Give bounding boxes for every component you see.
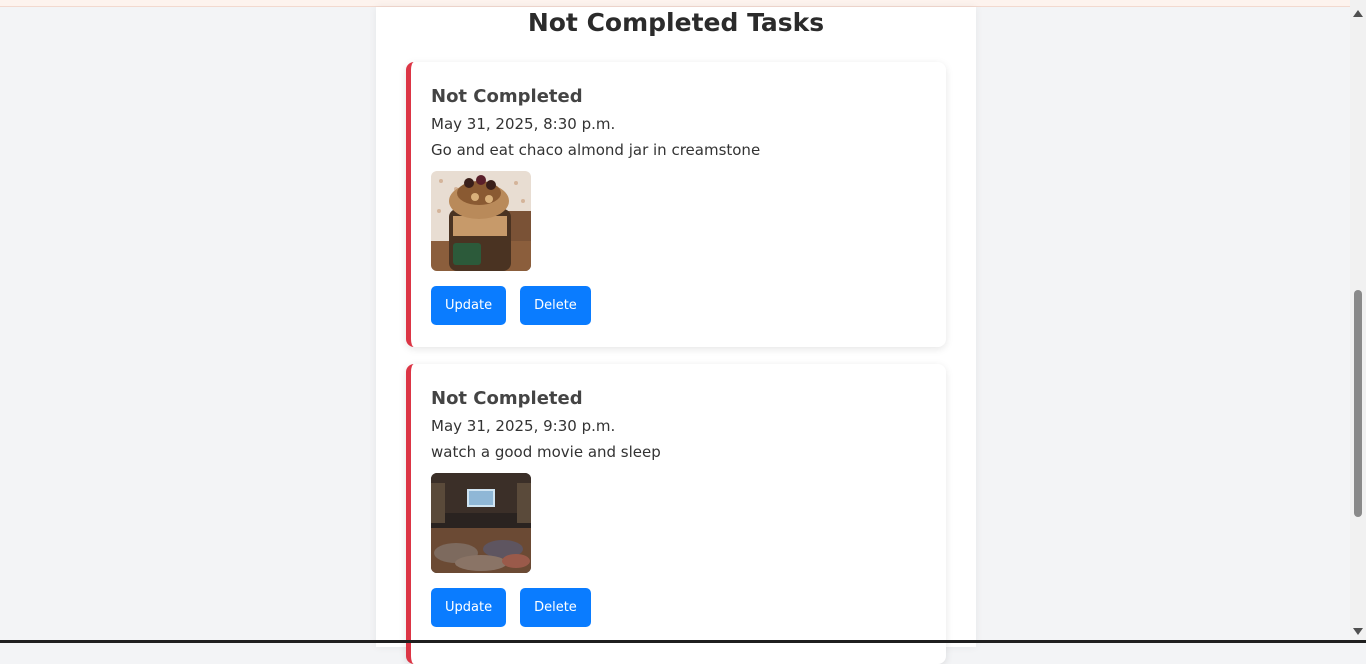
vertical-scrollbar[interactable] <box>1350 0 1366 643</box>
task-card: Not Completed May 31, 2025, 8:30 p.m. Go… <box>406 62 946 347</box>
task-datetime: May 31, 2025, 8:30 p.m. <box>431 115 616 133</box>
delete-button[interactable]: Delete <box>520 588 591 627</box>
dessert-jar-photo <box>431 171 531 271</box>
task-image <box>431 171 531 271</box>
task-status: Not Completed <box>431 388 583 409</box>
task-card: Not Completed May 31, 2025, 9:30 p.m. wa… <box>406 364 946 664</box>
task-description: watch a good movie and sleep <box>431 443 661 461</box>
task-image <box>431 473 531 573</box>
update-button[interactable]: Update <box>431 286 507 325</box>
delete-button[interactable]: Delete <box>520 286 591 325</box>
scroll-down-arrow-icon[interactable] <box>1353 628 1363 635</box>
home-theater-photo <box>431 473 531 573</box>
task-actions: Update Delete <box>431 588 926 627</box>
section-title: Not Completed Tasks <box>527 8 825 37</box>
top-strip <box>0 0 1350 7</box>
task-status: Not Completed <box>431 86 583 107</box>
task-description: Go and eat chaco almond jar in creamston… <box>431 141 761 159</box>
update-button[interactable]: Update <box>431 588 507 627</box>
task-datetime: May 31, 2025, 9:30 p.m. <box>431 417 616 435</box>
scroll-up-arrow-icon[interactable] <box>1353 10 1363 17</box>
tasks-container: Not Completed Tasks Not Completed May 31… <box>376 7 976 664</box>
task-actions: Update Delete <box>431 286 926 325</box>
scrollbar-thumb[interactable] <box>1354 290 1362 517</box>
